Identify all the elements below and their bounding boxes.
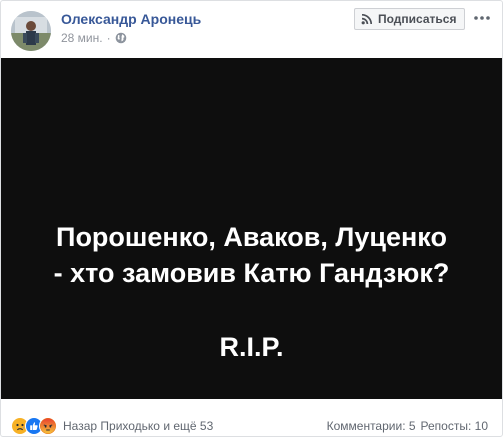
post-footer: Назар Приходько и ещё 53 Комментарии: 5 Р… xyxy=(1,399,502,436)
reactors-text[interactable]: Назар Приходько и ещё 53 xyxy=(63,419,213,433)
engagement-counts: Комментарии: 5 Репосты: 10 xyxy=(327,419,488,433)
subscribe-label: Подписаться xyxy=(378,12,457,26)
image-text: Порошенко, Аваков, Луценко - хто замовив… xyxy=(1,219,502,365)
image-text-line-1: Порошенко, Аваков, Луценко xyxy=(56,222,447,252)
author-avatar[interactable] xyxy=(11,11,51,51)
post-header: Олександр Аронець 28 мин. · Подписаться xyxy=(1,1,502,58)
reaction-icons[interactable] xyxy=(11,417,57,435)
more-options-icon[interactable] xyxy=(473,10,491,26)
angry-reaction-icon xyxy=(39,417,57,435)
post-card: Олександр Аронець 28 мин. · Подписаться xyxy=(0,0,503,437)
post-image[interactable]: Порошенко, Аваков, Луценко - хто замовив… xyxy=(1,58,502,399)
shares-count-link[interactable]: Репосты: 10 xyxy=(421,419,488,433)
public-globe-icon xyxy=(115,32,126,44)
author-name-link[interactable]: Олександр Аронець xyxy=(61,11,201,27)
image-text-rip: R.I.P. xyxy=(219,332,284,362)
subscribe-button[interactable]: Подписаться xyxy=(354,8,466,30)
comments-count-link[interactable]: Комментарии: 5 xyxy=(327,419,416,433)
post-meta: 28 мин. · xyxy=(61,31,127,45)
image-text-line-2: - хто замовив Катю Гандзюк? xyxy=(53,258,450,288)
rss-icon xyxy=(361,13,373,25)
post-timestamp[interactable]: 28 мин. xyxy=(61,31,103,45)
meta-separator: · xyxy=(106,31,111,45)
